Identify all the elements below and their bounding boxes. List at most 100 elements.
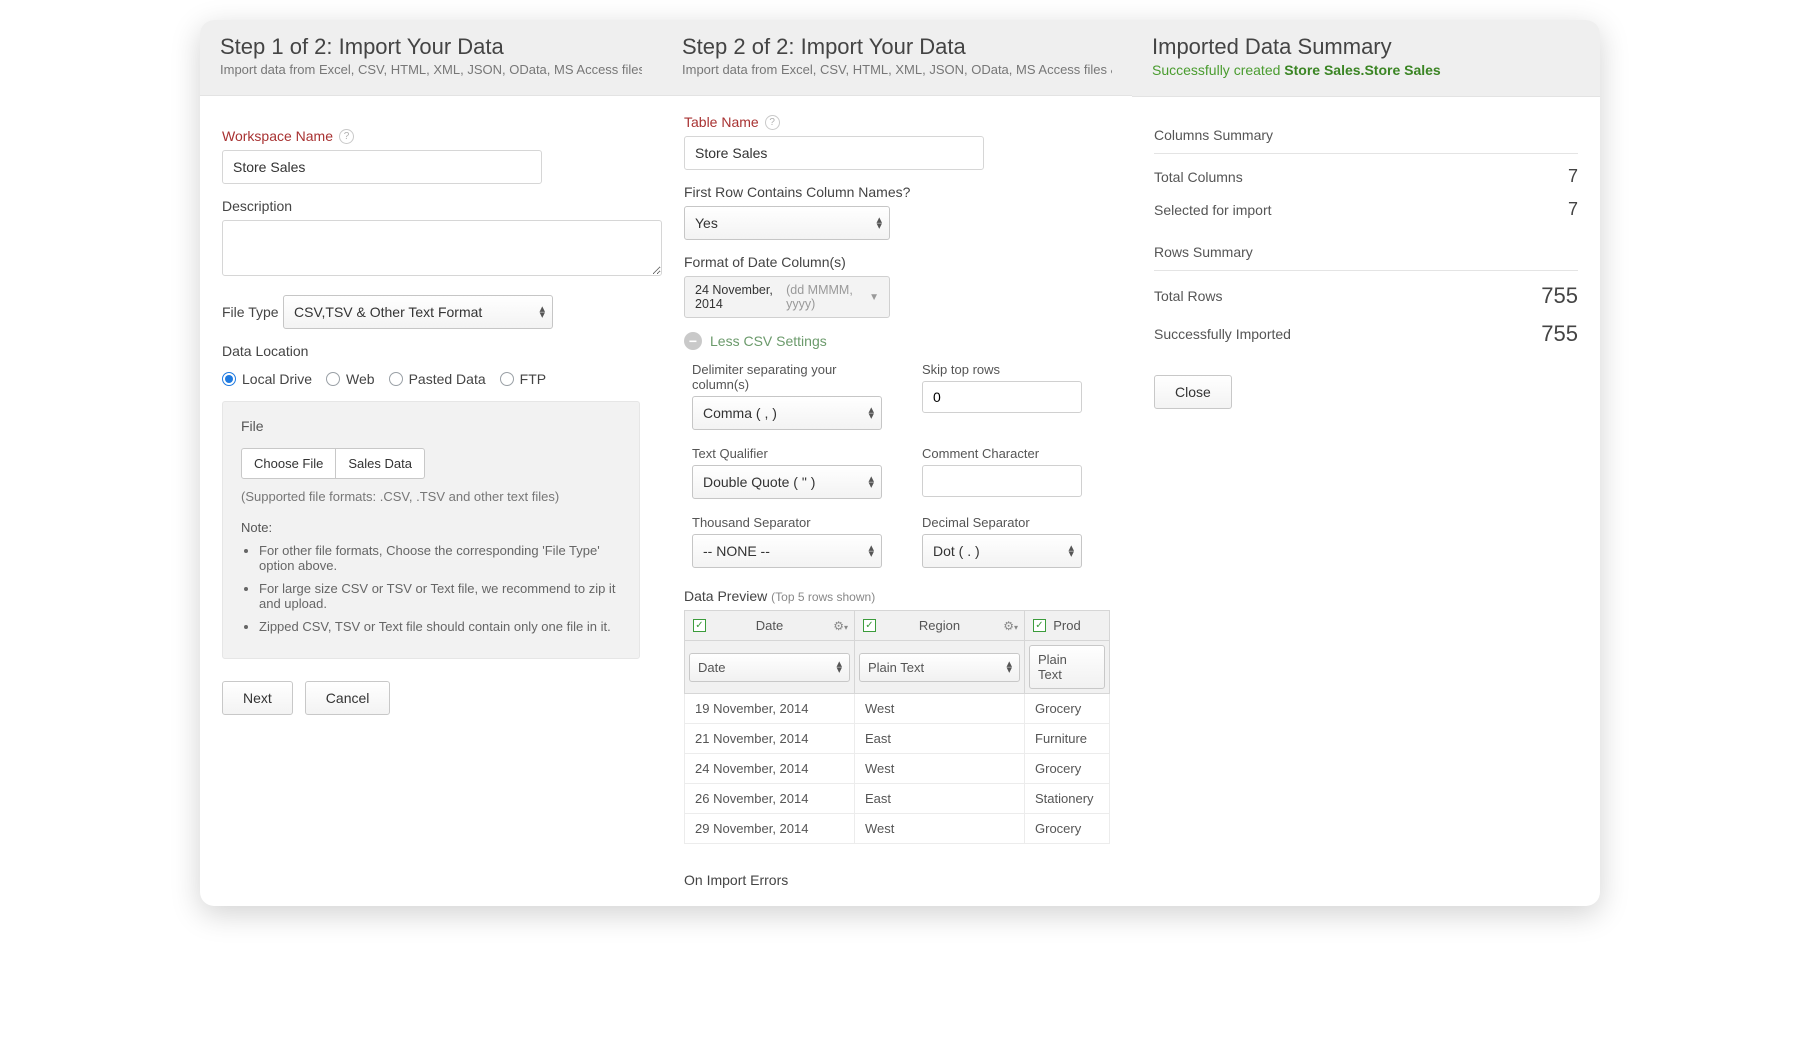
col-type-select[interactable]: Plain Text xyxy=(1029,645,1105,689)
note-item: Zipped CSV, TSV or Text file should cont… xyxy=(259,619,621,634)
thousand-sep-select[interactable]: -- NONE -- xyxy=(692,534,882,568)
skip-top-input[interactable] xyxy=(922,381,1082,413)
stat-label: Total Columns xyxy=(1154,169,1243,185)
file-label: File xyxy=(241,418,264,440)
summary-header: Imported Data Summary Successfully creat… xyxy=(1132,20,1600,97)
help-icon[interactable]: ? xyxy=(339,129,354,144)
date-format-value: 24 November, 2014 xyxy=(695,283,786,311)
table-row: 19 November, 2014 West Grocery xyxy=(685,694,1110,724)
step2-header: Step 2 of 2: Import Your Data Import dat… xyxy=(662,20,1132,96)
stat-label: Selected for import xyxy=(1154,202,1272,218)
first-row-select[interactable]: Yes xyxy=(684,206,890,240)
total-columns-row: Total Columns 7 xyxy=(1154,166,1578,187)
checkbox-icon[interactable]: ✓ xyxy=(693,619,706,632)
cell: 26 November, 2014 xyxy=(685,784,855,814)
preview-col-header[interactable]: ✓ Date ⚙▾ xyxy=(685,611,855,641)
help-icon[interactable]: ? xyxy=(765,115,780,130)
cell: Stationery xyxy=(1025,784,1110,814)
preview-col-header[interactable]: ✓ Region ⚙▾ xyxy=(855,611,1025,641)
cell: West xyxy=(855,694,1025,724)
cell: 21 November, 2014 xyxy=(685,724,855,754)
step2-subtitle: Import data from Excel, CSV, HTML, XML, … xyxy=(682,62,1112,77)
cell: West xyxy=(855,814,1025,844)
choose-file-row: Choose File Sales Data xyxy=(241,448,621,479)
checkbox-icon[interactable]: ✓ xyxy=(863,619,876,632)
note-list: For other file formats, Choose the corre… xyxy=(241,543,621,634)
radio-web[interactable]: Web xyxy=(326,371,375,387)
csv-settings-grid: Delimiter separating your column(s) Comm… xyxy=(692,356,1110,568)
col-type-select[interactable]: Plain Text xyxy=(859,653,1020,682)
decimal-sep-select[interactable]: Dot ( . ) xyxy=(922,534,1082,568)
stat-label: Total Rows xyxy=(1154,288,1222,304)
imported-rows-row: Successfully Imported 755 xyxy=(1154,321,1578,347)
skip-top-label: Skip top rows xyxy=(922,356,1110,381)
divider xyxy=(1154,153,1578,154)
preview-col-header[interactable]: ✓ Prod xyxy=(1025,611,1110,641)
on-import-errors-label: On Import Errors xyxy=(684,872,1110,888)
choose-file-button[interactable]: Choose File xyxy=(241,448,336,479)
filetype-select[interactable]: CSV,TSV & Other Text Format xyxy=(283,295,553,329)
table-row: 26 November, 2014 East Stationery xyxy=(685,784,1110,814)
data-preview-table: ✓ Date ⚙▾ ✓ Region ⚙▾ ✓ Prod xyxy=(684,610,1110,844)
radio-dot-icon xyxy=(389,372,403,386)
cell: East xyxy=(855,784,1025,814)
delimiter-select[interactable]: Comma ( , ) xyxy=(692,396,882,430)
stat-value: 7 xyxy=(1568,166,1578,187)
import-wizard-window: Step 1 of 2: Import Your Data Import dat… xyxy=(200,20,1600,906)
workspace-name-label-text: Workspace Name xyxy=(222,128,333,144)
datalocation-label: Data Location xyxy=(222,343,308,365)
workspace-name-input[interactable] xyxy=(222,150,542,184)
step1-header: Step 1 of 2: Import Your Data Import dat… xyxy=(200,20,662,96)
step1-panel: Step 1 of 2: Import Your Data Import dat… xyxy=(200,20,662,906)
date-format-select[interactable]: 24 November, 2014 (dd MMMM, yyyy) ▼ xyxy=(684,276,890,318)
radio-label: Pasted Data xyxy=(409,371,486,387)
radio-dot-icon xyxy=(326,372,340,386)
summary-success-message: Successfully created Store Sales.Store S… xyxy=(1152,62,1580,78)
selected-columns-row: Selected for import 7 xyxy=(1154,199,1578,220)
data-preview-title: Data Preview (Top 5 rows shown) xyxy=(684,588,1110,604)
radio-ftp[interactable]: FTP xyxy=(500,371,546,387)
file-name-display: Sales Data xyxy=(336,448,425,479)
stat-value: 755 xyxy=(1541,321,1578,347)
step2-body: Table Name ? First Row Contains Column N… xyxy=(662,96,1132,906)
next-button[interactable]: Next xyxy=(222,681,293,715)
comment-char-input[interactable] xyxy=(922,465,1082,497)
text-qualifier-select[interactable]: Double Quote ( " ) xyxy=(692,465,882,499)
description-textarea[interactable] xyxy=(222,220,662,276)
close-button[interactable]: Close xyxy=(1154,375,1232,409)
cancel-button[interactable]: Cancel xyxy=(305,681,391,715)
table-row: 21 November, 2014 East Furniture xyxy=(685,724,1110,754)
decimal-sep-label: Decimal Separator xyxy=(922,509,1110,534)
radio-label: Web xyxy=(346,371,375,387)
comment-char-label: Comment Character xyxy=(922,440,1110,465)
radio-dot-icon xyxy=(500,372,514,386)
total-rows-row: Total Rows 755 xyxy=(1154,283,1578,309)
step1-subtitle: Import data from Excel, CSV, HTML, XML, … xyxy=(220,62,642,77)
gear-icon[interactable]: ⚙▾ xyxy=(833,619,848,633)
note-item: For large size CSV or TSV or Text file, … xyxy=(259,581,621,611)
cell: West xyxy=(855,754,1025,784)
radio-label: FTP xyxy=(520,371,546,387)
note-title: Note: xyxy=(241,520,621,535)
date-format-label: Format of Date Column(s) xyxy=(684,254,846,276)
preview-col-name: Date xyxy=(756,618,783,633)
thousand-sep-label: Thousand Separator xyxy=(692,509,882,534)
table-row: 29 November, 2014 West Grocery xyxy=(685,814,1110,844)
cell: Grocery xyxy=(1025,754,1110,784)
file-box: File Choose File Sales Data (Supported f… xyxy=(222,401,640,659)
radio-pasted-data[interactable]: Pasted Data xyxy=(389,371,486,387)
datalocation-radio-group: Local Drive Web Pasted Data FTP xyxy=(222,371,640,387)
col-type-select[interactable]: Date xyxy=(689,653,850,682)
cell: East xyxy=(855,724,1025,754)
table-name-input[interactable] xyxy=(684,136,984,170)
radio-dot-icon xyxy=(222,372,236,386)
checkbox-icon[interactable]: ✓ xyxy=(1033,619,1046,632)
radio-label: Local Drive xyxy=(242,371,312,387)
cell: Grocery xyxy=(1025,814,1110,844)
summary-success-target: Store Sales.Store Sales xyxy=(1284,62,1440,78)
gear-icon[interactable]: ⚙▾ xyxy=(1003,619,1018,633)
less-csv-settings-toggle[interactable]: − Less CSV Settings xyxy=(684,332,1110,350)
table-name-label: Table Name ? xyxy=(684,114,780,136)
radio-local-drive[interactable]: Local Drive xyxy=(222,371,312,387)
date-format-hint: (dd MMMM, yyyy) xyxy=(786,283,869,311)
